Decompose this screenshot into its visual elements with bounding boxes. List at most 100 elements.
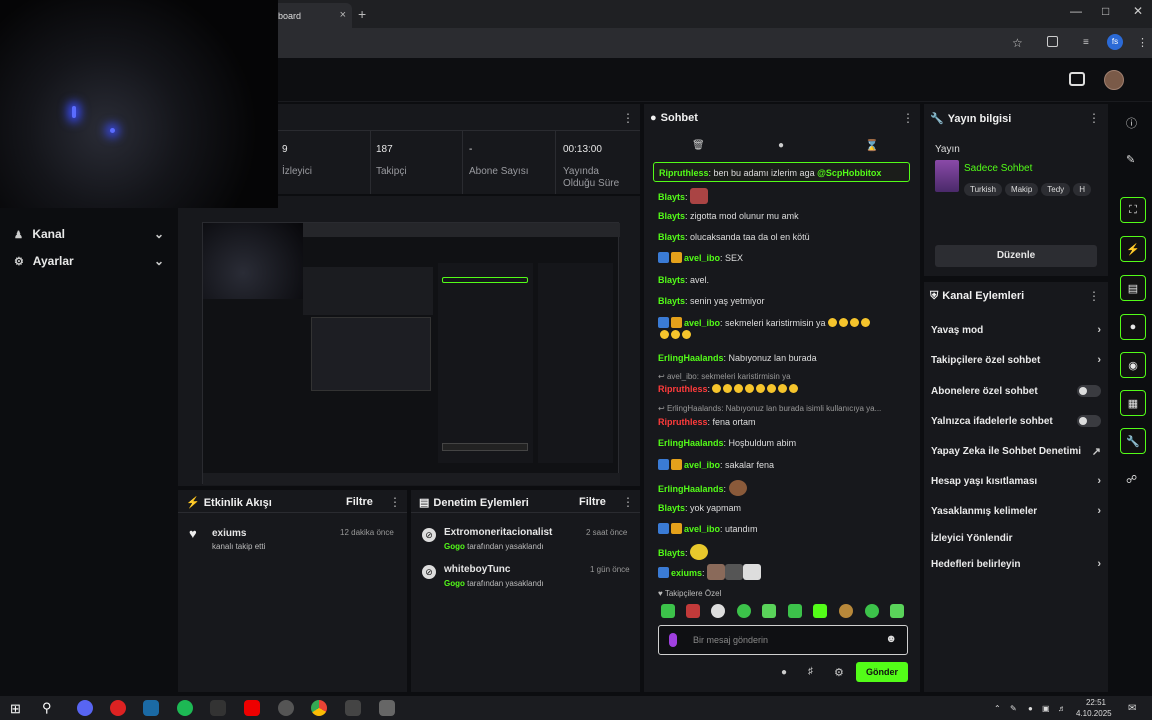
action-subscribers-only[interactable]: Abonelere özel sohbet <box>931 385 1101 397</box>
browser-menu-icon[interactable]: ⋮ <box>1137 36 1148 49</box>
discord-icon[interactable] <box>77 700 93 716</box>
rail-layout-icon[interactable]: ▦ <box>1120 390 1146 416</box>
rail-wrench-icon[interactable]: 🔧 <box>1120 428 1146 454</box>
edit-button[interactable]: Düzenle <box>935 245 1097 267</box>
moderation-filter-button[interactable]: Filtre <box>579 496 606 508</box>
moderation-user[interactable]: whiteboyTunc <box>444 564 510 575</box>
media-icon[interactable]: ≡ <box>1083 37 1089 48</box>
activity-menu-icon[interactable]: ⋮ <box>389 495 401 509</box>
taskbar-date[interactable]: 4.10.2025 <box>1076 709 1118 718</box>
chat-message: avel_ibo: SEX <box>658 252 908 264</box>
moderation-time: 2 saat önce <box>586 528 628 537</box>
taskbar-time[interactable]: 22:51 <box>1079 698 1113 707</box>
rail-fullscreen-icon[interactable]: ⛶ <box>1120 197 1146 223</box>
chevron-down-icon: ⌄ <box>153 254 164 268</box>
tag: Turkish <box>964 183 1002 196</box>
toggle-switch[interactable] <box>1077 385 1101 397</box>
stream-info-menu-icon[interactable]: ⋮ <box>1088 111 1100 125</box>
moderation-user[interactable]: Extromoneritacionalist <box>444 527 552 538</box>
obs-icon[interactable] <box>278 700 294 716</box>
profile-avatar[interactable]: fs <box>1107 34 1123 50</box>
pen-icon[interactable]: ✎ <box>1010 704 1017 713</box>
windows-start-icon[interactable]: ⊞ <box>10 701 21 717</box>
pinned-text: Ripruthless: ben bu adamı izlerim aga @S… <box>659 168 882 178</box>
chat-input[interactable]: Bir mesaj gönderin ☻ <box>658 625 908 655</box>
chat-message: avel_ibo: sekmeleri karistirmisin ya <box>658 317 908 329</box>
action-banned-words[interactable]: Yasaklanmış kelimeler › <box>931 505 1101 517</box>
preview-chat <box>438 263 533 463</box>
action-goals[interactable]: Hedefleri belirleyin › <box>931 558 1101 570</box>
activity-user[interactable]: exiums <box>212 528 246 539</box>
steam-icon[interactable] <box>143 700 159 716</box>
stat-uptime-value: 00:13:00 <box>563 144 602 155</box>
rail-broadcast-icon[interactable]: ◉ <box>1120 352 1146 378</box>
user-avatar[interactable] <box>1104 70 1124 90</box>
external-link-icon: ↗ <box>1091 446 1101 458</box>
bookmark-star-icon[interactable]: ☆ <box>1012 36 1023 50</box>
chrome-icon[interactable] <box>311 700 327 716</box>
action-raid[interactable]: İzleyici Yönlendir <box>931 533 1101 544</box>
toggle-switch[interactable] <box>1077 415 1101 427</box>
spotify-icon[interactable] <box>177 700 193 716</box>
stream-category[interactable]: Sadece Sohbet <box>964 163 1032 174</box>
network-icon[interactable]: ▣ <box>1042 704 1050 713</box>
crown-icon <box>671 317 682 328</box>
info-icon[interactable]: ⓘ <box>1126 115 1137 131</box>
action-followers-only[interactable]: Takipçilere özel sohbet › <box>931 354 1101 366</box>
sidebar-item-ayarlar[interactable]: ⚙ Ayarlar ⌄ <box>14 254 164 268</box>
preview-stats <box>303 267 433 315</box>
browser-tab[interactable]: board × <box>270 3 352 28</box>
heart-icon: ♥ <box>189 526 197 541</box>
reply-icon: ↩ <box>658 372 667 381</box>
rail-clipboard-icon[interactable]: ▤ <box>1120 275 1146 301</box>
new-tab-icon[interactable]: + <box>358 6 366 22</box>
notification-icon[interactable]: ✉ <box>1128 703 1136 714</box>
hourglass-icon[interactable]: ⌛ <box>865 139 879 152</box>
stats-menu-icon[interactable]: ⋮ <box>622 111 634 125</box>
maximize-icon[interactable]: □ <box>1102 4 1109 18</box>
extensions-icon[interactable] <box>1047 36 1058 47</box>
opera-icon[interactable] <box>110 700 126 716</box>
chat-message: Blayts: olucaksanda taa da ol en kötü <box>658 232 810 242</box>
close-window-icon[interactable]: ✕ <box>1133 4 1143 18</box>
heart-icon: ♥ <box>658 589 665 598</box>
search-icon[interactable]: ⚲ <box>42 700 52 716</box>
rail-chat-icon[interactable]: ● <box>1120 314 1146 340</box>
stream-preview-video[interactable] <box>202 222 620 485</box>
moderation-menu-icon[interactable]: ⋮ <box>622 495 634 509</box>
chat-bubble-icon[interactable]: ● <box>781 667 787 678</box>
pencil-icon[interactable]: ✎ <box>1126 153 1135 166</box>
microphone-icon[interactable]: ● <box>1028 704 1033 713</box>
trash-icon[interactable]: 🗑 <box>692 140 705 151</box>
minimize-icon[interactable]: — <box>1070 4 1082 18</box>
app-icon[interactable] <box>379 700 395 716</box>
emoji-icon[interactable]: ☻ <box>885 633 897 645</box>
bell-icon[interactable]: ♯ <box>808 666 813 677</box>
rail-lightning-icon[interactable]: ⚡ <box>1120 236 1146 262</box>
youtube-icon[interactable] <box>244 700 260 716</box>
chat-message: Blayts: zigotta mod olunur mu amk <box>658 211 799 221</box>
close-tab-icon[interactable]: × <box>340 9 346 21</box>
volume-icon[interactable]: ♬ <box>1058 704 1066 713</box>
preview-nested-video <box>311 317 431 391</box>
tray-chevron-icon[interactable]: ⌃ <box>994 704 1001 713</box>
share-icon[interactable]: ☍ <box>1126 473 1137 486</box>
chat-menu-icon[interactable]: ⋮ <box>902 111 914 125</box>
activity-filter-button[interactable]: Filtre <box>346 496 373 508</box>
send-button[interactable]: Gönder <box>856 662 908 682</box>
action-emotes-only[interactable]: Yalnızca ifadelerle sohbet <box>931 415 1101 427</box>
capcut-icon[interactable] <box>345 700 361 716</box>
chevron-right-icon: › <box>1097 354 1101 366</box>
creator-icon[interactable] <box>1069 72 1085 86</box>
channel-actions-menu-icon[interactable]: ⋮ <box>1088 289 1100 303</box>
action-slow-mode[interactable]: Yavaş mod › <box>931 324 1101 336</box>
epic-games-icon[interactable] <box>210 700 226 716</box>
chevron-right-icon: › <box>1097 505 1101 517</box>
chat-icon[interactable]: ● <box>778 140 784 151</box>
gear-icon[interactable]: ⚙ <box>834 666 844 679</box>
sidebar-item-kanal[interactable]: ♟ Kanal ⌄ <box>14 227 164 241</box>
shield-icon: ⛨ <box>930 290 939 302</box>
action-account-age[interactable]: Hesap yaşı kısıtlaması › <box>931 475 1101 487</box>
microphone-icon[interactable] <box>669 633 677 647</box>
action-ai-moderation[interactable]: Yapay Zeka ile Sohbet Denetimi ↗ <box>931 446 1101 458</box>
